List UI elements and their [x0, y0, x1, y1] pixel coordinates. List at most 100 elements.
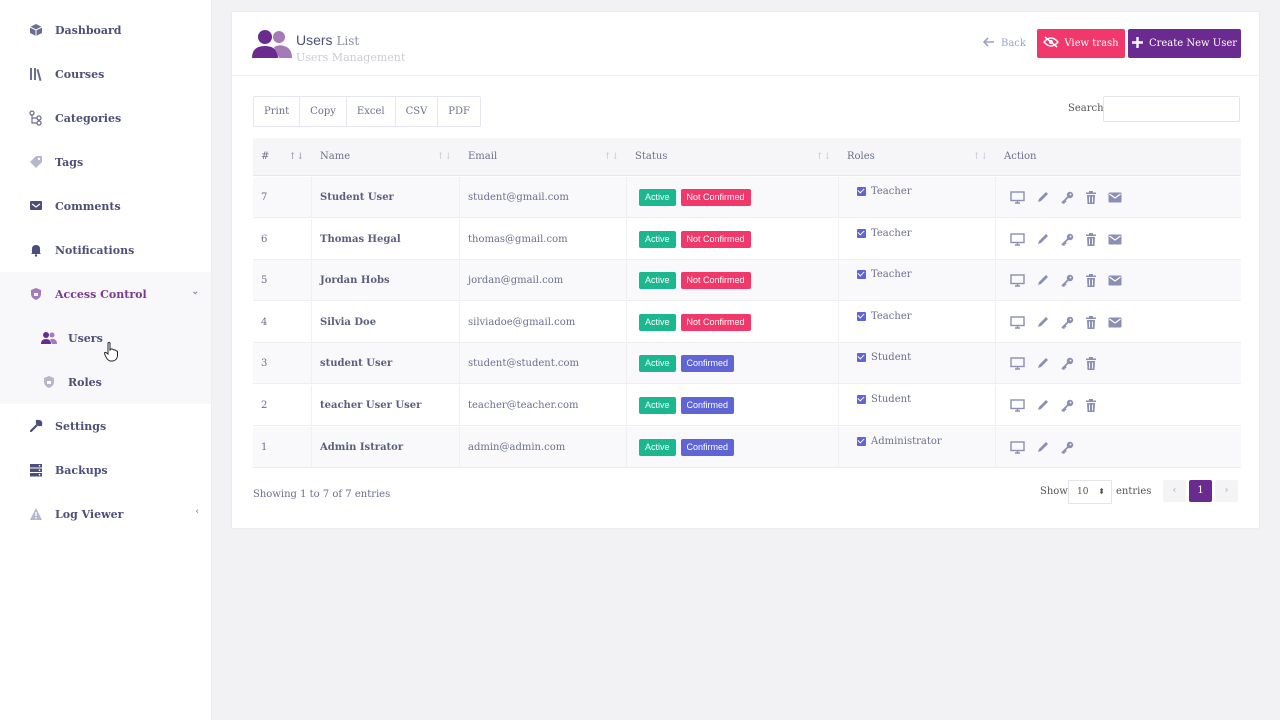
key-icon[interactable]	[1060, 274, 1074, 288]
column-header-name[interactable]: Name ↑↓	[312, 138, 460, 176]
page-title-small: List	[336, 34, 360, 48]
table-row: 1 Admin Istrator admin@admin.com Active Conf…	[253, 426, 1241, 468]
sidebar-item-label: Tags	[55, 155, 84, 169]
column-header-status[interactable]: Status ↑↓	[627, 138, 839, 176]
create-user-button[interactable]: Create New User	[1128, 29, 1241, 58]
next-page-button[interactable]: ›	[1215, 480, 1238, 502]
page-button[interactable]: 1	[1189, 480, 1212, 502]
cell-status: Active Confirmed	[627, 426, 839, 468]
previous-page-button[interactable]: ‹	[1163, 480, 1186, 502]
cell-id: 6	[253, 218, 312, 260]
bell-icon	[27, 241, 45, 259]
cell-id: 5	[253, 260, 312, 302]
sidebar-item-courses[interactable]: Courses	[0, 52, 211, 96]
monitor-icon[interactable]	[1010, 399, 1025, 412]
page-size-select[interactable]: 10 ⬍	[1068, 480, 1112, 504]
cell-roles: Teacher	[839, 301, 996, 343]
cell-actions	[996, 260, 1241, 301]
warning-icon	[27, 505, 45, 523]
pencil-icon[interactable]	[1036, 191, 1049, 204]
monitor-icon[interactable]	[1010, 274, 1025, 287]
sidebar-item-tags[interactable]: Tags	[0, 140, 211, 184]
books-icon	[27, 65, 45, 83]
trash-icon[interactable]	[1085, 274, 1097, 288]
role-label: Teacher	[871, 310, 912, 322]
monitor-icon[interactable]	[1010, 191, 1025, 204]
cell-actions	[996, 385, 1241, 426]
pencil-icon[interactable]	[1036, 274, 1049, 287]
trash-icon[interactable]	[1085, 399, 1097, 412]
role-label: Teacher	[871, 227, 912, 239]
view-trash-button[interactable]: View trash	[1037, 29, 1125, 58]
sidebar-item-dashboard[interactable]: Dashboard	[0, 8, 211, 52]
cell-roles: Teacher	[839, 260, 996, 302]
pencil-icon[interactable]	[1036, 233, 1049, 246]
confirmed-badge: Not Confirmed	[680, 313, 751, 331]
table-row: 4 Silvia Doe silviadoe@gmail.com Active Not …	[253, 301, 1241, 343]
monitor-icon[interactable]	[1010, 440, 1025, 454]
pencil-icon[interactable]	[1036, 441, 1049, 454]
sidebar-item-roles[interactable]: Roles	[0, 360, 211, 404]
pencil-icon[interactable]	[1036, 357, 1049, 370]
key-icon[interactable]	[1060, 399, 1074, 412]
sidebar-item-categories[interactable]: Categories	[0, 96, 211, 140]
sidebar-item-backups[interactable]: Backups	[0, 448, 211, 492]
envelope-icon[interactable]	[1108, 192, 1122, 203]
pencil-icon[interactable]	[1036, 316, 1049, 329]
sidebar-item-settings[interactable]: Settings	[0, 404, 211, 448]
trash-icon[interactable]	[1085, 191, 1097, 204]
envelope-icon[interactable]	[1108, 275, 1122, 286]
column-header-id[interactable]: # ↑↓	[253, 138, 312, 176]
column-header-roles[interactable]: Roles ↑↓	[839, 138, 996, 176]
trash-icon[interactable]	[1085, 232, 1097, 246]
back-button[interactable]: Back	[982, 37, 1026, 50]
sidebar-item-label: Users	[68, 331, 103, 345]
cell-status: Active Not Confirmed	[627, 260, 839, 302]
envelope-icon[interactable]	[1108, 317, 1122, 328]
search-input[interactable]	[1103, 96, 1240, 122]
key-icon[interactable]	[1060, 191, 1074, 204]
key-icon[interactable]	[1060, 357, 1074, 371]
key-icon[interactable]	[1060, 441, 1074, 454]
sidebar-item-label: Roles	[68, 375, 102, 389]
print-button[interactable]: Print	[254, 97, 301, 126]
copy-button[interactable]: Copy	[300, 97, 347, 126]
key-icon[interactable]	[1060, 233, 1074, 246]
role-label: Teacher	[871, 186, 912, 197]
pencil-icon[interactable]	[1036, 399, 1049, 412]
back-button-label: Back	[1001, 38, 1026, 49]
excel-button[interactable]: Excel	[347, 97, 396, 126]
cell-email: thomas@gmail.com	[460, 218, 627, 260]
cell-id: 4	[253, 301, 312, 343]
column-header-email[interactable]: Email ↑↓	[460, 138, 627, 176]
column-label: Action	[1004, 151, 1037, 162]
trash-icon[interactable]	[1085, 357, 1097, 371]
cell-email: admin@admin.com	[460, 426, 627, 468]
monitor-icon[interactable]	[1010, 232, 1025, 246]
sidebar-item-access-control[interactable]: Access Control ⌄	[0, 272, 211, 316]
sidebar-item-label: Access Control	[55, 287, 147, 301]
sidebar-item-comments[interactable]: Comments	[0, 184, 211, 228]
cell-id: 7	[253, 177, 312, 218]
cell-roles: Teacher	[839, 177, 996, 218]
pdf-button[interactable]: PDF	[438, 97, 480, 126]
checkbox-icon	[857, 436, 866, 446]
checkbox-icon	[857, 228, 866, 238]
sort-icon: ↑↓	[603, 152, 619, 162]
envelope-icon[interactable]	[1108, 234, 1122, 245]
sidebar-item-label: Settings	[55, 419, 107, 433]
sidebar-item-log-viewer[interactable]: Log Viewer ‹	[0, 492, 211, 536]
sidebar-item-notifications[interactable]: Notifications	[0, 228, 211, 272]
trash-icon[interactable]	[1085, 315, 1097, 329]
monitor-icon[interactable]	[1010, 316, 1025, 329]
csv-button[interactable]: CSV	[396, 97, 439, 126]
column-label: Name	[320, 151, 351, 162]
arrow-left-icon	[982, 37, 995, 50]
cell-actions	[996, 343, 1241, 384]
export-buttons: Print Copy Excel CSV PDF	[253, 96, 481, 127]
column-label: Roles	[847, 151, 875, 162]
table-row: 7 Student User student@gmail.com Active Not …	[253, 177, 1241, 218]
key-icon[interactable]	[1060, 316, 1074, 329]
monitor-icon[interactable]	[1010, 357, 1025, 371]
checkbox-icon	[857, 270, 866, 280]
